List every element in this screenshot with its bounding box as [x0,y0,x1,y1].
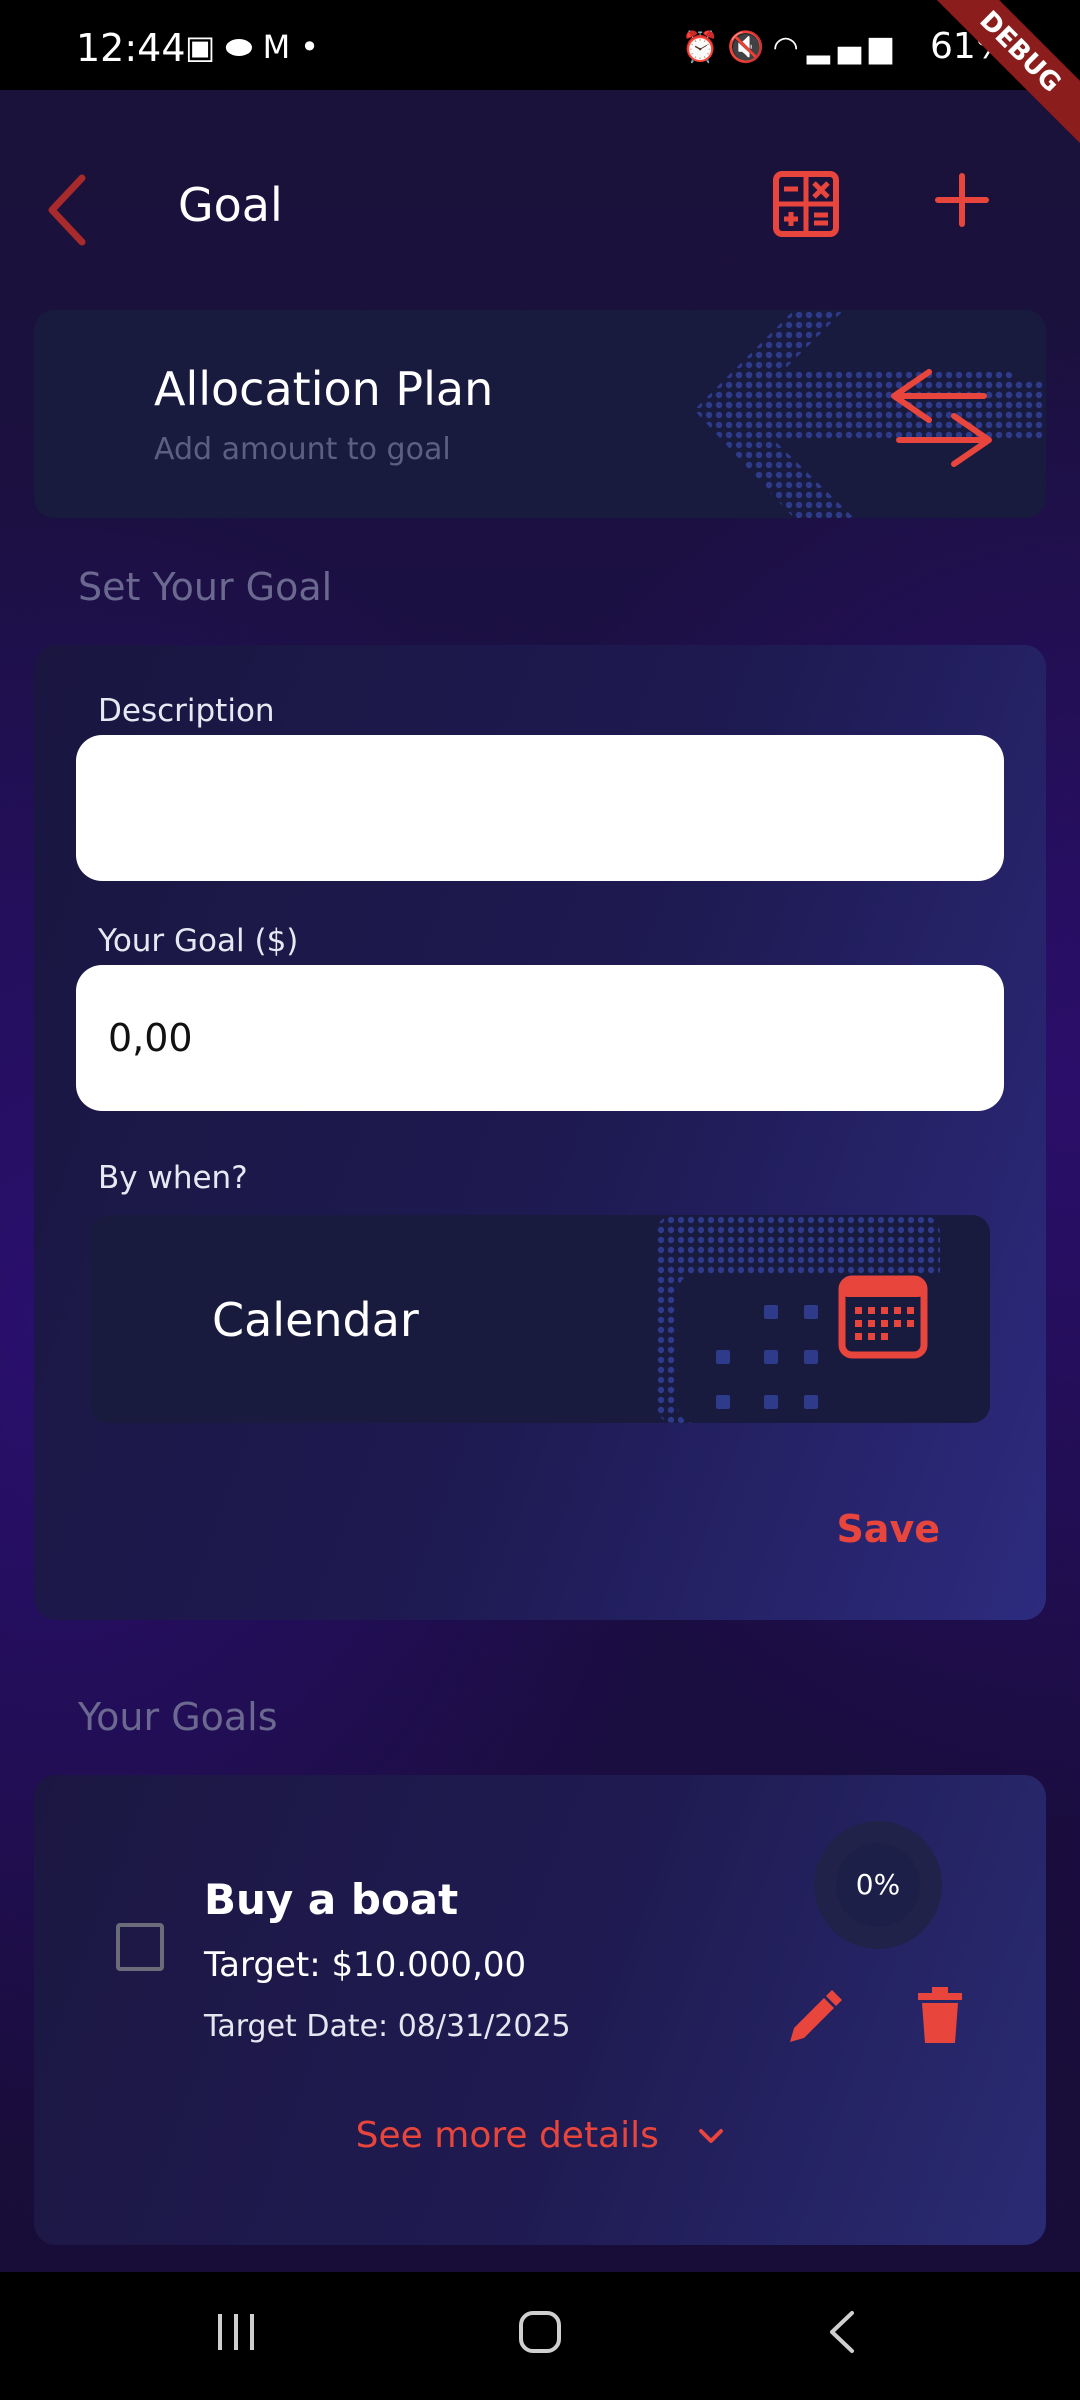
calendar-picker[interactable]: Calendar [90,1215,990,1423]
goal-date-label: Target Date: [204,2009,389,2044]
chevron-down-icon [699,2129,724,2143]
home-icon [519,2311,561,2353]
home-button[interactable] [518,2310,562,2358]
see-more-label: See more details [355,2115,659,2156]
goal-target-label: Target: [204,1945,321,1985]
save-button[interactable]: Save [836,1507,940,1551]
pencil-icon [790,1990,842,2042]
goal-card: Buy a boat Target: $10.000,00 Target Dat… [34,1775,1046,2245]
progress-ring: 0% [814,1821,942,1949]
system-nav-bar [0,2272,1080,2400]
see-more-details-button[interactable]: See more details [34,2115,1046,2156]
edit-button[interactable] [786,1990,842,2046]
dot-icon: • [300,28,330,66]
recents-icon [218,2314,254,2350]
trash-icon [918,1987,962,2043]
goal-name: Buy a boat [204,1875,459,1924]
by-when-label: By when? [98,1160,248,1196]
app-bar: Goal [0,130,1080,280]
page-title: Goal [178,178,283,232]
allocation-plan-title: Allocation Plan [154,362,494,416]
system-back-button[interactable] [826,2310,858,2358]
gmail-icon: M [262,28,301,66]
delete-button[interactable] [918,1987,962,2043]
allocation-plan-subtitle: Add amount to goal [154,432,451,467]
your-goals-heading: Your Goals [78,1695,278,1739]
goal-target: Target: $10.000,00 [204,1945,526,1985]
calendar-label: Calendar [212,1293,419,1347]
transfer-arrows-icon [694,310,1046,518]
goal-date: Target Date: 08/31/2025 [204,2009,571,2044]
status-bar: 12:44 ▣⬬M• ⏰🔇◠▂▄▆ 61% DEBUG [0,0,1080,153]
recent-apps-button[interactable] [214,2310,258,2358]
goal-date-value: 08/31/2025 [397,2009,571,2044]
alarm-icon: ⏰ [681,30,728,65]
signal-icon: ▂▄▆ [806,30,900,65]
goal-checkbox[interactable] [116,1923,164,1971]
wifi-icon: ◠ [772,30,807,65]
progress-percent: 0% [836,1843,920,1927]
goal-form-card: Description Your Goal ($) By when? Calen… [34,645,1046,1620]
football-icon: ⬬ [225,28,263,66]
notification-icons: ▣⬬M• [185,28,329,67]
description-field[interactable] [76,735,1004,881]
system-icons: ⏰🔇◠▂▄▆ [682,30,900,65]
add-button[interactable] [932,170,992,230]
calculator-button[interactable] [772,170,840,238]
image-icon: ▣ [185,28,226,66]
status-time: 12:44 [76,26,186,70]
goal-target-value: $10.000,00 [331,1945,527,1985]
set-goal-heading: Set Your Goal [78,565,333,609]
back-button[interactable] [40,170,100,250]
chevron-left-icon [48,174,86,246]
goal-amount-label: Your Goal ($) [98,923,299,959]
mute-icon: 🔇 [727,30,773,65]
description-label: Description [98,693,275,729]
calendar-icon [656,1215,968,1423]
allocation-plan-card[interactable]: Allocation Plan Add amount to goal [34,310,1046,518]
calculator-icon [773,171,839,237]
goal-amount-field[interactable] [76,965,1004,1111]
plus-icon [935,173,989,227]
back-icon [830,2311,854,2353]
